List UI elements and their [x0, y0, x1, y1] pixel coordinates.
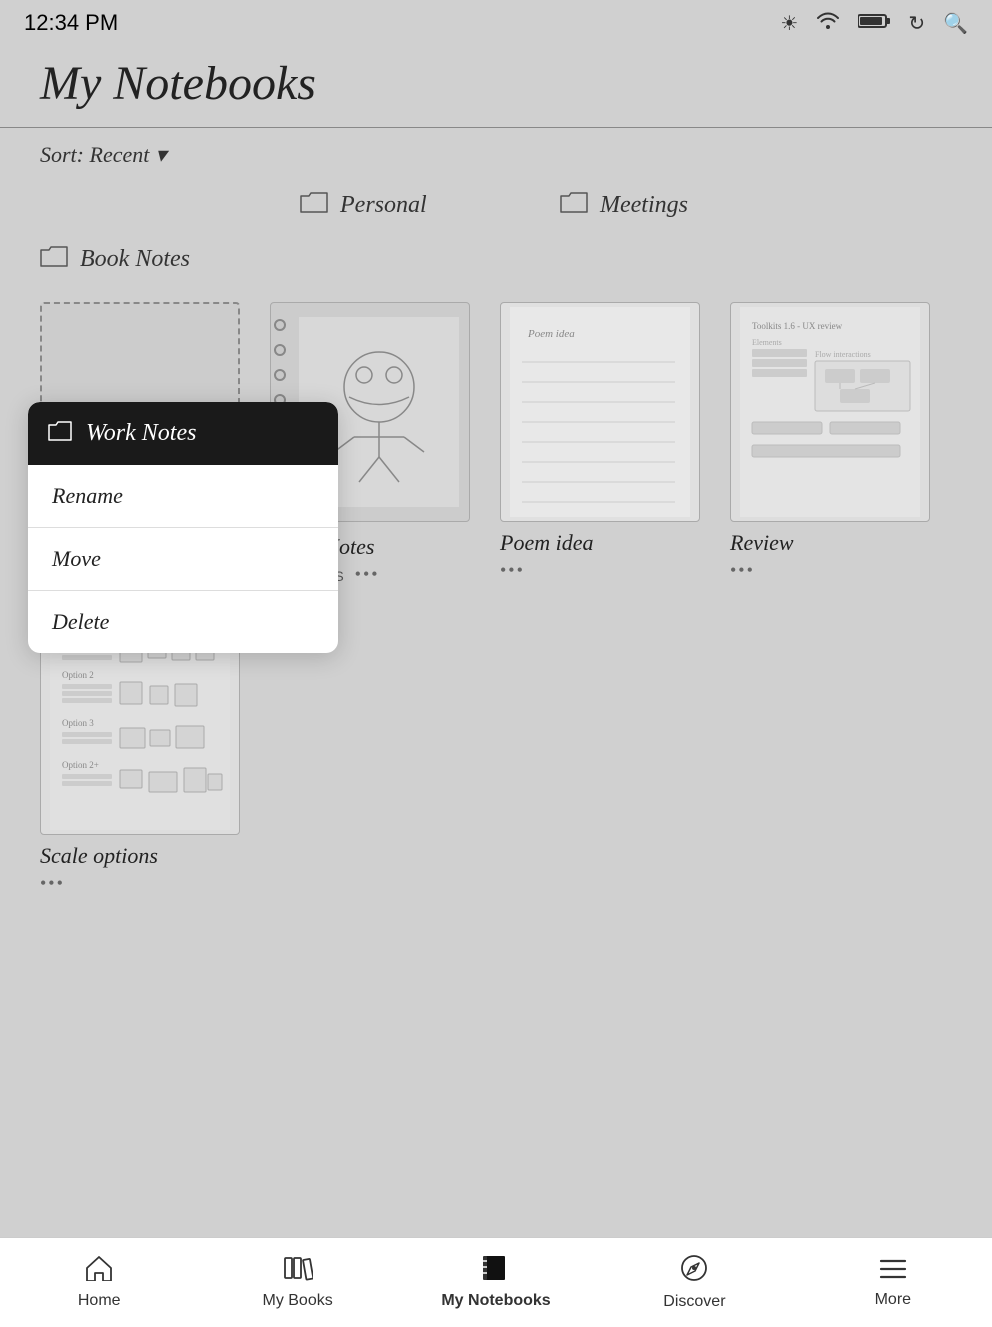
folder-icon	[560, 190, 588, 220]
page-title: My Notebooks	[40, 56, 952, 111]
books-icon	[283, 1255, 313, 1288]
notebook-meta-scale: •••	[40, 873, 65, 894]
battery-icon	[858, 12, 890, 35]
notebooks-icon	[481, 1255, 511, 1288]
folder-row-2: Book Notes	[40, 236, 952, 282]
discover-icon	[680, 1254, 708, 1289]
folder-icon	[300, 190, 328, 220]
context-menu-rename[interactable]: Rename	[28, 465, 338, 528]
folder-name-booknotes: Book Notes	[80, 246, 190, 273]
nav-home[interactable]: Home	[0, 1238, 198, 1327]
notebook-review[interactable]: Toolkits 1.6 - UX review Elements Flow i…	[730, 302, 930, 585]
notebook-meta-poem: •••	[500, 560, 525, 581]
nav-more-label: More	[875, 1291, 911, 1309]
svg-text:Poem idea: Poem idea	[527, 328, 575, 340]
poem-preview: Poem idea	[510, 307, 690, 517]
nav-my-books-label: My Books	[262, 1292, 332, 1310]
nav-my-notebooks-label: My Notebooks	[441, 1292, 550, 1310]
main-content: 📁 Work Notes Personal Meetings	[0, 182, 992, 894]
review-preview: Toolkits 1.6 - UX review Elements Flow i…	[740, 307, 920, 517]
notebook-thumb-poem: Poem idea	[500, 302, 700, 522]
nav-more[interactable]: More	[794, 1238, 992, 1327]
notebook-menu-poem[interactable]: •••	[500, 560, 525, 581]
folder-meetings[interactable]: Meetings	[560, 190, 760, 220]
sort-bar: Sort: Recent ▾	[0, 128, 992, 182]
more-icon	[879, 1257, 907, 1287]
sync-icon[interactable]: ↻	[908, 11, 925, 36]
context-menu: Work Notes Rename Move Delete	[28, 402, 338, 653]
nav-home-label: Home	[78, 1292, 121, 1310]
notebook-menu-review[interactable]: •••	[730, 560, 755, 581]
sort-chevron-icon: ▾	[155, 142, 166, 168]
search-icon[interactable]: 🔍	[943, 11, 968, 36]
sort-label-text: Sort: Recent	[40, 142, 149, 168]
context-menu-arrow	[95, 477, 123, 491]
folder-name: Work Notes	[84, 192, 194, 219]
nav-my-notebooks[interactable]: My Notebooks	[397, 1238, 595, 1327]
brightness-icon[interactable]: ☀	[780, 11, 798, 36]
nav-discover[interactable]: Discover	[595, 1238, 793, 1327]
notebook-label-poem: Poem idea	[500, 530, 593, 556]
folder-row-1: 📁 Work Notes Personal Meetings	[40, 182, 952, 228]
folder-icon	[40, 244, 68, 274]
svg-text:Option 3: Option 3	[62, 718, 94, 728]
svg-text:Option 2: Option 2	[62, 670, 94, 680]
folder-name-meetings: Meetings	[600, 192, 688, 219]
notebook-menu-scale[interactable]: •••	[40, 873, 65, 894]
context-folder-icon	[48, 421, 72, 447]
nav-discover-label: Discover	[663, 1293, 725, 1311]
svg-text:Toolkits 1.6 - UX review: Toolkits 1.6 - UX review	[752, 321, 843, 331]
notebook-poem-idea[interactable]: Poem idea Poem idea •••	[500, 302, 700, 585]
svg-text:Elements: Elements	[752, 338, 782, 347]
context-menu-title: Work Notes	[86, 420, 196, 447]
notebook-grid-row2: Option 1 Option 2 Option 3	[40, 615, 952, 894]
notebook-label-scale: Scale options	[40, 843, 158, 869]
folder-name-personal: Personal	[340, 192, 427, 219]
status-time: 12:34 PM	[24, 10, 118, 36]
page-header: My Notebooks	[0, 46, 992, 128]
svg-text:Flow interactions: Flow interactions	[815, 350, 871, 359]
wifi-icon	[816, 11, 840, 35]
status-icons: ☀ ↻ 🔍	[780, 11, 968, 36]
notebook-menu-daily[interactable]: •••	[355, 564, 380, 585]
folder-book-notes[interactable]: Book Notes	[40, 244, 240, 274]
sort-selector[interactable]: Sort: Recent ▾	[40, 142, 166, 168]
svg-text:Option 2+: Option 2+	[62, 760, 99, 770]
context-menu-header: Work Notes	[28, 402, 338, 465]
context-menu-move[interactable]: Move	[28, 528, 338, 591]
notebook-label-review: Review	[730, 530, 794, 556]
notebook-meta-review: •••	[730, 560, 755, 581]
folder-personal[interactable]: Personal	[300, 190, 500, 220]
folder-icon: 📁	[40, 190, 72, 220]
status-bar: 12:34 PM ☀ ↻ 🔍	[0, 0, 992, 46]
nav-my-books[interactable]: My Books	[198, 1238, 396, 1327]
context-menu-delete[interactable]: Delete	[28, 591, 338, 653]
notebook-thumb-review: Toolkits 1.6 - UX review Elements Flow i…	[730, 302, 930, 522]
home-icon	[85, 1255, 113, 1288]
bottom-nav: Home My Books My Notebooks	[0, 1237, 992, 1327]
notebook-scale-options[interactable]: Option 1 Option 2 Option 3	[40, 615, 240, 894]
